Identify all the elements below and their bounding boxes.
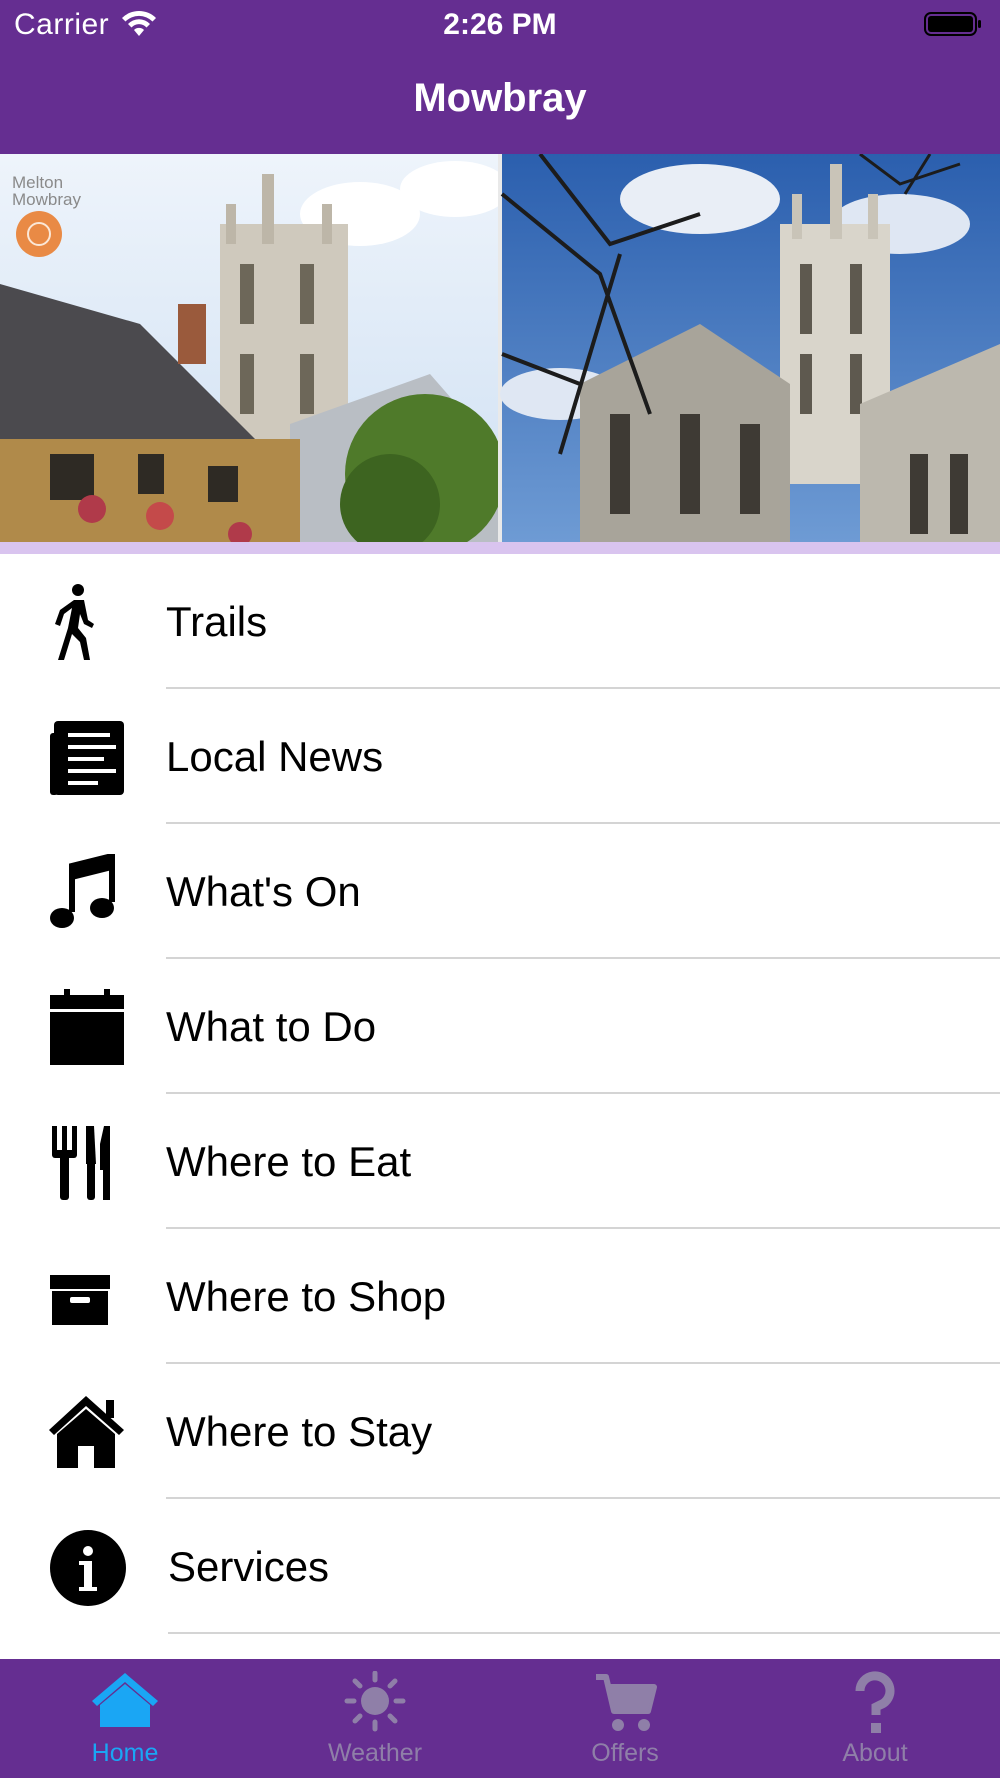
question-mark-icon bbox=[840, 1671, 910, 1737]
info-circle-icon bbox=[48, 1529, 128, 1607]
separator bbox=[168, 1632, 1000, 1634]
tab-label: Offers bbox=[591, 1739, 659, 1767]
top-bar: Carrier 2:26 PM Mowbray bbox=[0, 0, 1000, 154]
calendar-icon bbox=[48, 989, 128, 1067]
sun-icon bbox=[340, 1671, 410, 1737]
tab-label: Weather bbox=[327, 1739, 423, 1767]
menu-item-whats-on[interactable]: What's On bbox=[0, 824, 1000, 959]
shopping-cart-icon bbox=[590, 1671, 660, 1737]
menu-item-local-news[interactable]: Local News bbox=[0, 689, 1000, 824]
home-icon bbox=[90, 1671, 160, 1737]
battery-icon bbox=[924, 12, 982, 36]
banner-image: Melton Mowbray bbox=[0, 154, 1000, 542]
archive-box-icon bbox=[48, 1259, 128, 1337]
music-note-icon bbox=[48, 854, 128, 932]
menu-item-where-to-shop[interactable]: Where to Shop bbox=[0, 1229, 1000, 1364]
menu-item-services[interactable]: Services bbox=[0, 1499, 1000, 1634]
newspaper-icon bbox=[48, 719, 128, 797]
menu-item-label: Services bbox=[168, 1543, 330, 1590]
logo-line-1: Melton bbox=[12, 173, 64, 192]
menu-item-where-to-eat[interactable]: Where to Eat bbox=[0, 1094, 1000, 1229]
menu-item-label: What's On bbox=[166, 868, 361, 915]
tab-label: Home bbox=[91, 1739, 159, 1767]
status-time: 2:26 PM bbox=[443, 8, 557, 41]
tab-bar: Home Weather Offers About bbox=[0, 1659, 1000, 1778]
tab-label: About bbox=[842, 1739, 908, 1767]
logo-line-2: Mowbray bbox=[12, 190, 81, 209]
menu-list: Trails Local News What's On What to Do W… bbox=[0, 554, 1000, 1634]
page-title: Mowbray bbox=[413, 76, 587, 120]
menu-item-label: Local News bbox=[166, 733, 384, 780]
menu-item-what-to-do[interactable]: What to Do bbox=[0, 959, 1000, 1094]
banner-divider bbox=[0, 542, 1000, 554]
walking-person-icon bbox=[48, 584, 128, 662]
menu-item-label: What to Do bbox=[166, 1003, 377, 1050]
menu-item-label: Trails bbox=[166, 598, 268, 645]
tab-home[interactable]: Home bbox=[0, 1659, 250, 1778]
house-icon bbox=[48, 1394, 128, 1472]
menu-item-label: Where to Stay bbox=[166, 1408, 433, 1455]
tab-offers[interactable]: Offers bbox=[500, 1659, 750, 1778]
menu-item-label: Where to Eat bbox=[166, 1138, 412, 1185]
menu-item-label: Where to Shop bbox=[166, 1273, 447, 1320]
menu-item-where-to-stay[interactable]: Where to Stay bbox=[0, 1364, 1000, 1499]
tab-about[interactable]: About bbox=[750, 1659, 1000, 1778]
cutlery-icon bbox=[48, 1124, 128, 1202]
menu-item-trails[interactable]: Trails bbox=[0, 554, 1000, 689]
banner-logo-text: Melton Mowbray bbox=[12, 174, 81, 208]
tab-weather[interactable]: Weather bbox=[250, 1659, 500, 1778]
